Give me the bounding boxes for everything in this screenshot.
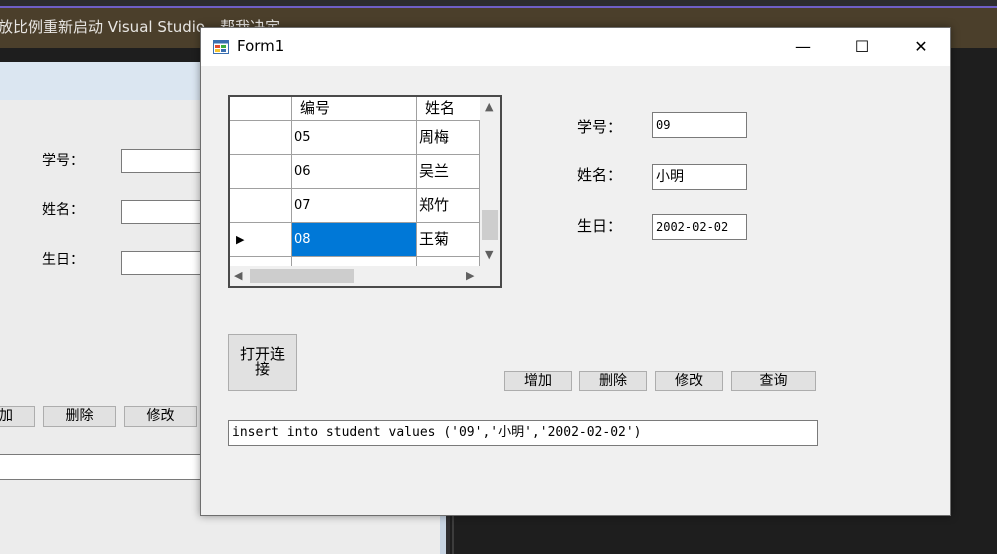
label-birthday: 生日： [577, 217, 623, 235]
close-button[interactable]: ✕ [892, 28, 950, 66]
vs-title-strip [0, 0, 997, 8]
name-input[interactable]: 小明 [652, 164, 747, 190]
grid-horizontal-scrollbar[interactable]: ◀ ▶ [230, 266, 482, 286]
label-name: 姓名： [577, 166, 623, 184]
table-row[interactable]: 07 郑竹 [230, 189, 480, 223]
cell-id[interactable]: 06 [292, 155, 417, 189]
cell-name[interactable]: 郑竹 [417, 189, 480, 223]
minimize-icon: — [795, 37, 811, 56]
designer-input-name[interactable] [121, 200, 211, 224]
designer-sql-textbox[interactable] [0, 454, 205, 480]
row-header[interactable] [230, 121, 292, 155]
form-app-icon [213, 40, 229, 54]
form1-titlebar[interactable]: Form1 — ☐ ✕ [201, 28, 950, 66]
row-header[interactable] [230, 155, 292, 189]
scroll-up-icon[interactable]: ▲ [485, 100, 493, 113]
cell-name[interactable]: 王菊 [417, 223, 480, 257]
cell-id[interactable]: 08 [292, 223, 417, 257]
table-row[interactable]: 06 吴兰 [230, 155, 480, 189]
designer-add-button[interactable]: 加 [0, 406, 35, 427]
sql-command-textbox[interactable]: insert into student values ('09','小明','2… [228, 420, 818, 446]
designer-label-name: 姓名： [42, 202, 84, 218]
grid-column-header[interactable]: 姓名 [417, 97, 482, 121]
horizontal-scroll-thumb[interactable] [250, 269, 354, 283]
minimize-button[interactable]: — [774, 28, 832, 66]
open-connection-button[interactable]: 打开连接 [228, 334, 297, 391]
query-button[interactable]: 查询 [731, 371, 816, 391]
add-button[interactable]: 增加 [504, 371, 572, 391]
close-icon: ✕ [914, 37, 928, 56]
form1-window: Form1 — ☐ ✕ 编号 姓名 05 周梅 06 吴兰 07 郑竹 ▶ 08 [200, 27, 951, 516]
cell-id[interactable]: 07 [292, 189, 417, 223]
cell-name[interactable]: 吴兰 [417, 155, 480, 189]
grid-corner-header[interactable] [230, 97, 292, 121]
scrollbar-corner [480, 266, 500, 286]
student-id-input[interactable]: 09 [652, 112, 747, 138]
label-student-id: 学号： [577, 118, 623, 136]
row-header[interactable]: ▶ [230, 223, 292, 257]
scroll-right-icon[interactable]: ▶ [466, 269, 474, 282]
delete-button[interactable]: 删除 [579, 371, 647, 391]
grid-column-header[interactable]: 编号 [292, 97, 417, 121]
designer-input-student-id[interactable] [121, 149, 211, 173]
birthday-input[interactable]: 2002-02-02 [652, 214, 747, 240]
cell-id[interactable]: 05 [292, 121, 417, 155]
designer-delete-button[interactable]: 删除 [43, 406, 116, 427]
designer-label-student-id: 学号： [42, 153, 84, 169]
row-header[interactable] [230, 189, 292, 223]
current-row-arrow-icon: ▶ [236, 233, 245, 246]
student-data-grid[interactable]: 编号 姓名 05 周梅 06 吴兰 07 郑竹 ▶ 08 王菊 ▲ ▼ ◀ ▶ [228, 95, 502, 288]
table-row-selected[interactable]: ▶ 08 王菊 [230, 223, 480, 257]
cell-name[interactable]: 周梅 [417, 121, 480, 155]
maximize-icon: ☐ [854, 37, 870, 56]
designer-modify-button[interactable]: 修改 [124, 406, 197, 427]
designer-label-birthday: 生日： [42, 252, 84, 268]
grid-vertical-scrollbar[interactable]: ▲ ▼ [480, 97, 500, 266]
scroll-left-icon[interactable]: ◀ [234, 269, 242, 282]
table-row[interactable]: 05 周梅 [230, 121, 480, 155]
vertical-scroll-thumb[interactable] [482, 210, 498, 240]
modify-button[interactable]: 修改 [655, 371, 723, 391]
window-title: Form1 [237, 37, 285, 55]
maximize-button[interactable]: ☐ [833, 28, 891, 66]
scroll-down-icon[interactable]: ▼ [485, 248, 493, 261]
designer-input-birthday[interactable] [121, 251, 211, 275]
